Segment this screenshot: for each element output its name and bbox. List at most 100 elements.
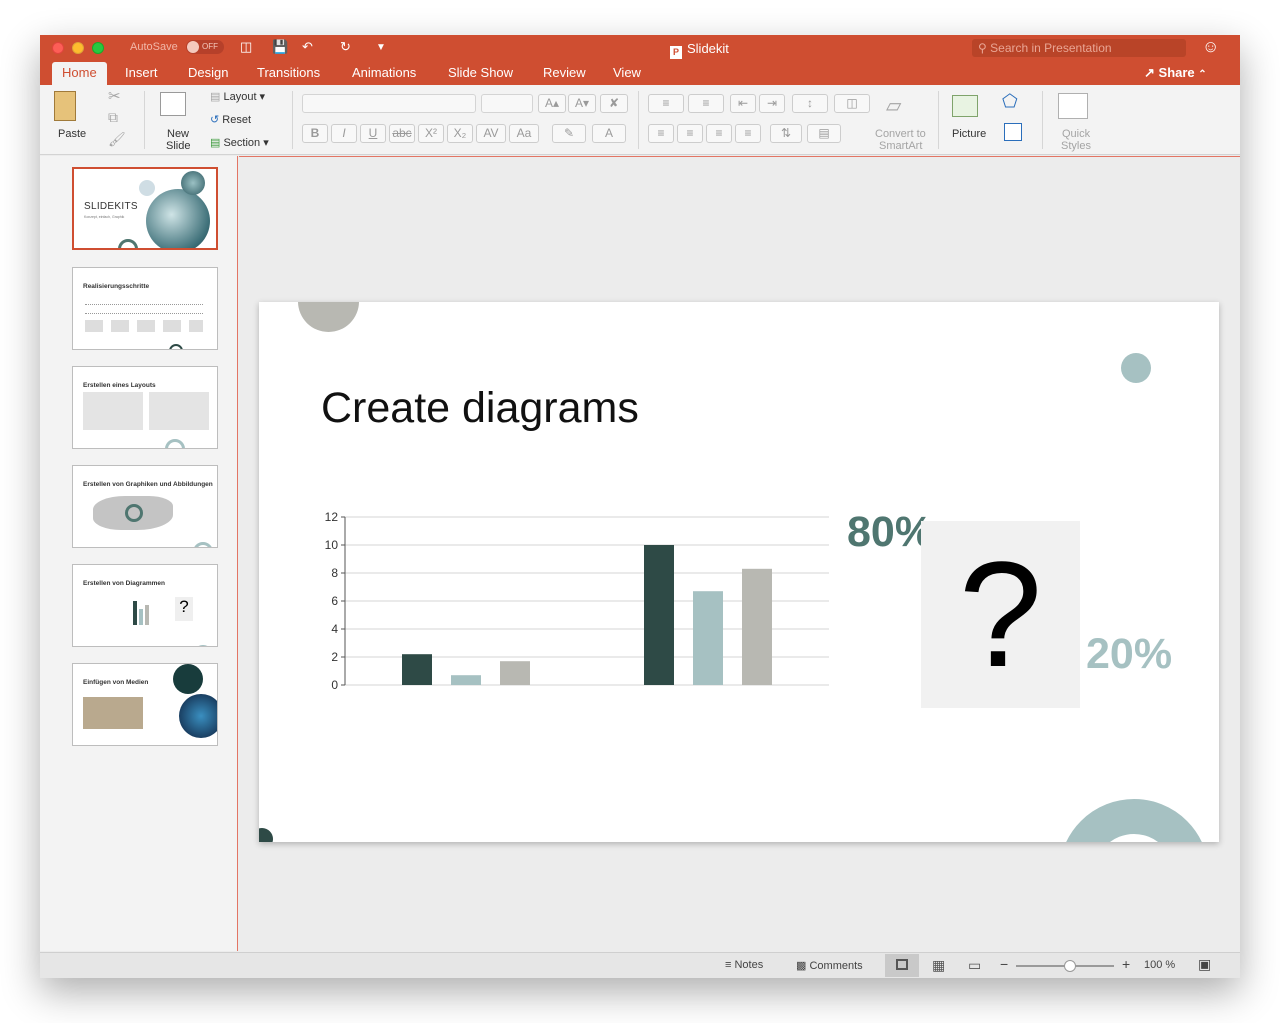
current-slide[interactable]: Create diagrams 0 2 4 6 8 10 12 80% ? 20%	[259, 302, 1219, 842]
feedback-smiley-icon[interactable]: ☺	[1202, 37, 1219, 57]
zoom-window-button[interactable]	[92, 42, 104, 54]
undo-icon[interactable]: ↶	[302, 39, 313, 55]
chart-bar	[500, 661, 530, 685]
text-box-icon[interactable]	[1004, 123, 1022, 141]
zoom-level[interactable]: 100 %	[1144, 959, 1175, 971]
bullets-button[interactable]: ≡	[648, 94, 684, 113]
tab-design[interactable]: Design	[188, 62, 228, 85]
tab-slide-show[interactable]: Slide Show	[448, 62, 513, 85]
notes-button[interactable]: ≡ Notes	[725, 959, 763, 971]
underline-button[interactable]: U	[360, 124, 386, 143]
slide-thumbnail-5[interactable]: Erstellen von Diagrammen ?	[72, 564, 218, 647]
search-input[interactable]: ⚲ Search in Presentation	[972, 39, 1186, 57]
tab-home[interactable]: Home	[52, 62, 107, 85]
stat-20-percent[interactable]: 20%	[1086, 630, 1172, 679]
slide-thumbnail-4[interactable]: Erstellen von Graphiken und Abbildungen	[72, 465, 218, 548]
text-direction-button[interactable]: ⇅	[770, 124, 802, 143]
font-name-combo[interactable]	[302, 94, 476, 113]
slide-thumbnail-2[interactable]: Realisierungsschritte	[72, 267, 218, 350]
align-right-button[interactable]: ≡	[706, 124, 732, 143]
autosave-toggle-knob	[187, 41, 199, 53]
powerpoint-file-icon: P	[670, 46, 682, 59]
highlight-button[interactable]: ✎	[552, 124, 586, 143]
minimize-window-button[interactable]	[72, 42, 84, 54]
zoom-slider[interactable]	[1016, 960, 1114, 972]
slide-thumbnail-1[interactable]: SLIDEKITS Konzept, einfach, Graphik	[72, 167, 218, 250]
increase-indent-button[interactable]: ⇥	[759, 94, 785, 113]
cut-icon[interactable]: ✂	[108, 87, 121, 105]
close-window-button[interactable]	[52, 42, 64, 54]
presenter-view-button[interactable]: ▭	[958, 954, 992, 977]
shrink-font-button[interactable]: A▾	[568, 94, 596, 113]
quick-styles-icon[interactable]	[1058, 93, 1088, 119]
reset-button[interactable]: ↺ Reset	[210, 113, 251, 126]
normal-view-button[interactable]	[885, 954, 919, 977]
character-spacing-button[interactable]: AV	[476, 124, 506, 143]
smartart-icon[interactable]: ▱	[886, 93, 901, 118]
powerpoint-window: AutoSave OFF ◫ 💾 ↶ ↻ ▼ P Slidekit ⚲ Searc…	[40, 35, 1240, 978]
copy-icon[interactable]: ⧉	[108, 109, 118, 126]
zoom-slider-thumb[interactable]	[1063, 960, 1076, 972]
decrease-indent-button[interactable]: ⇤	[730, 94, 756, 113]
thumb-sphere-image	[181, 171, 205, 195]
slide-thumbnail-6[interactable]: Einfügen von Medien	[72, 663, 218, 746]
tab-view[interactable]: View	[613, 62, 641, 85]
section-icon: ▤	[210, 137, 221, 149]
bold-button[interactable]: B	[302, 124, 328, 143]
thumb-ring	[193, 645, 213, 646]
tab-transitions[interactable]: Transitions	[257, 62, 320, 85]
line-spacing-button[interactable]: ↕	[792, 94, 828, 113]
customize-toolbar-icon[interactable]: ▼	[376, 42, 386, 53]
tab-review[interactable]: Review	[543, 62, 586, 85]
numbering-button[interactable]: ≡	[688, 94, 724, 113]
slide-thumbnail-pane[interactable]: SLIDEKITS Konzept, einfach, Graphik Real…	[40, 156, 238, 951]
slide-thumbnail-3[interactable]: Erstellen eines Layouts	[72, 366, 218, 449]
change-case-button[interactable]: Aa	[509, 124, 539, 143]
toggle-sidebar-icon[interactable]: ◫	[240, 39, 252, 55]
font-color-button[interactable]: A	[592, 124, 626, 143]
new-slide-icon[interactable]	[160, 92, 186, 116]
subscript-button[interactable]: X₂	[447, 124, 473, 143]
section-button[interactable]: ▤ Section ▾	[210, 136, 269, 149]
italic-button[interactable]: I	[331, 124, 357, 143]
slide-title[interactable]: Create diagrams	[321, 384, 639, 433]
autosave-toggle[interactable]: OFF	[186, 40, 224, 54]
align-text-button[interactable]: ▤	[807, 124, 841, 143]
strikethrough-button[interactable]: abc	[389, 124, 415, 143]
share-button[interactable]: ↗ Share ⌃	[1144, 65, 1207, 81]
document-title: P Slidekit	[670, 41, 729, 59]
zoom-out-icon[interactable]: −	[1000, 956, 1008, 972]
thumb-title: Erstellen von Diagrammen	[83, 580, 165, 587]
comments-button[interactable]: ▩ Comments	[796, 959, 863, 972]
bar-chart[interactable]: 0 2 4 6 8 10 12	[309, 507, 839, 707]
picture-icon[interactable]	[952, 95, 978, 117]
justify-button[interactable]: ≡	[735, 124, 761, 143]
decor-dark-dot	[259, 828, 273, 842]
paste-icon[interactable]	[54, 91, 76, 121]
slide-sorter-button[interactable]: ▦	[922, 954, 956, 977]
align-center-button[interactable]: ≡	[677, 124, 703, 143]
layout-button[interactable]: ▤ Layout ▾	[210, 90, 265, 103]
clear-formatting-button[interactable]: ✘	[600, 94, 628, 113]
thumb-media-circle	[173, 664, 203, 694]
save-icon[interactable]: 💾	[272, 39, 288, 55]
superscript-button[interactable]: X²	[418, 124, 444, 143]
fit-slide-icon[interactable]: ▣	[1198, 956, 1211, 973]
question-box[interactable]: ?	[921, 521, 1080, 708]
thumb-bar	[139, 609, 143, 625]
columns-button[interactable]: ◫	[834, 94, 870, 113]
convert-smartart-label-1: Convert to	[875, 128, 926, 140]
grow-font-button[interactable]: A▴	[538, 94, 566, 113]
layout-label: Layout	[223, 91, 257, 103]
presenter-view-icon: ▭	[968, 957, 982, 973]
zoom-in-icon[interactable]: +	[1122, 956, 1130, 972]
collapse-ribbon-icon[interactable]: ⌃	[1198, 69, 1206, 80]
shapes-icon[interactable]: ⬠	[1002, 91, 1018, 112]
thumb-ring	[169, 344, 183, 349]
align-left-button[interactable]: ≡	[648, 124, 674, 143]
tab-animations[interactable]: Animations	[352, 62, 416, 85]
format-painter-icon[interactable]: 🖌	[108, 131, 126, 148]
redo-icon[interactable]: ↻	[340, 39, 351, 55]
font-size-combo[interactable]	[481, 94, 533, 113]
tab-insert[interactable]: Insert	[125, 62, 158, 85]
